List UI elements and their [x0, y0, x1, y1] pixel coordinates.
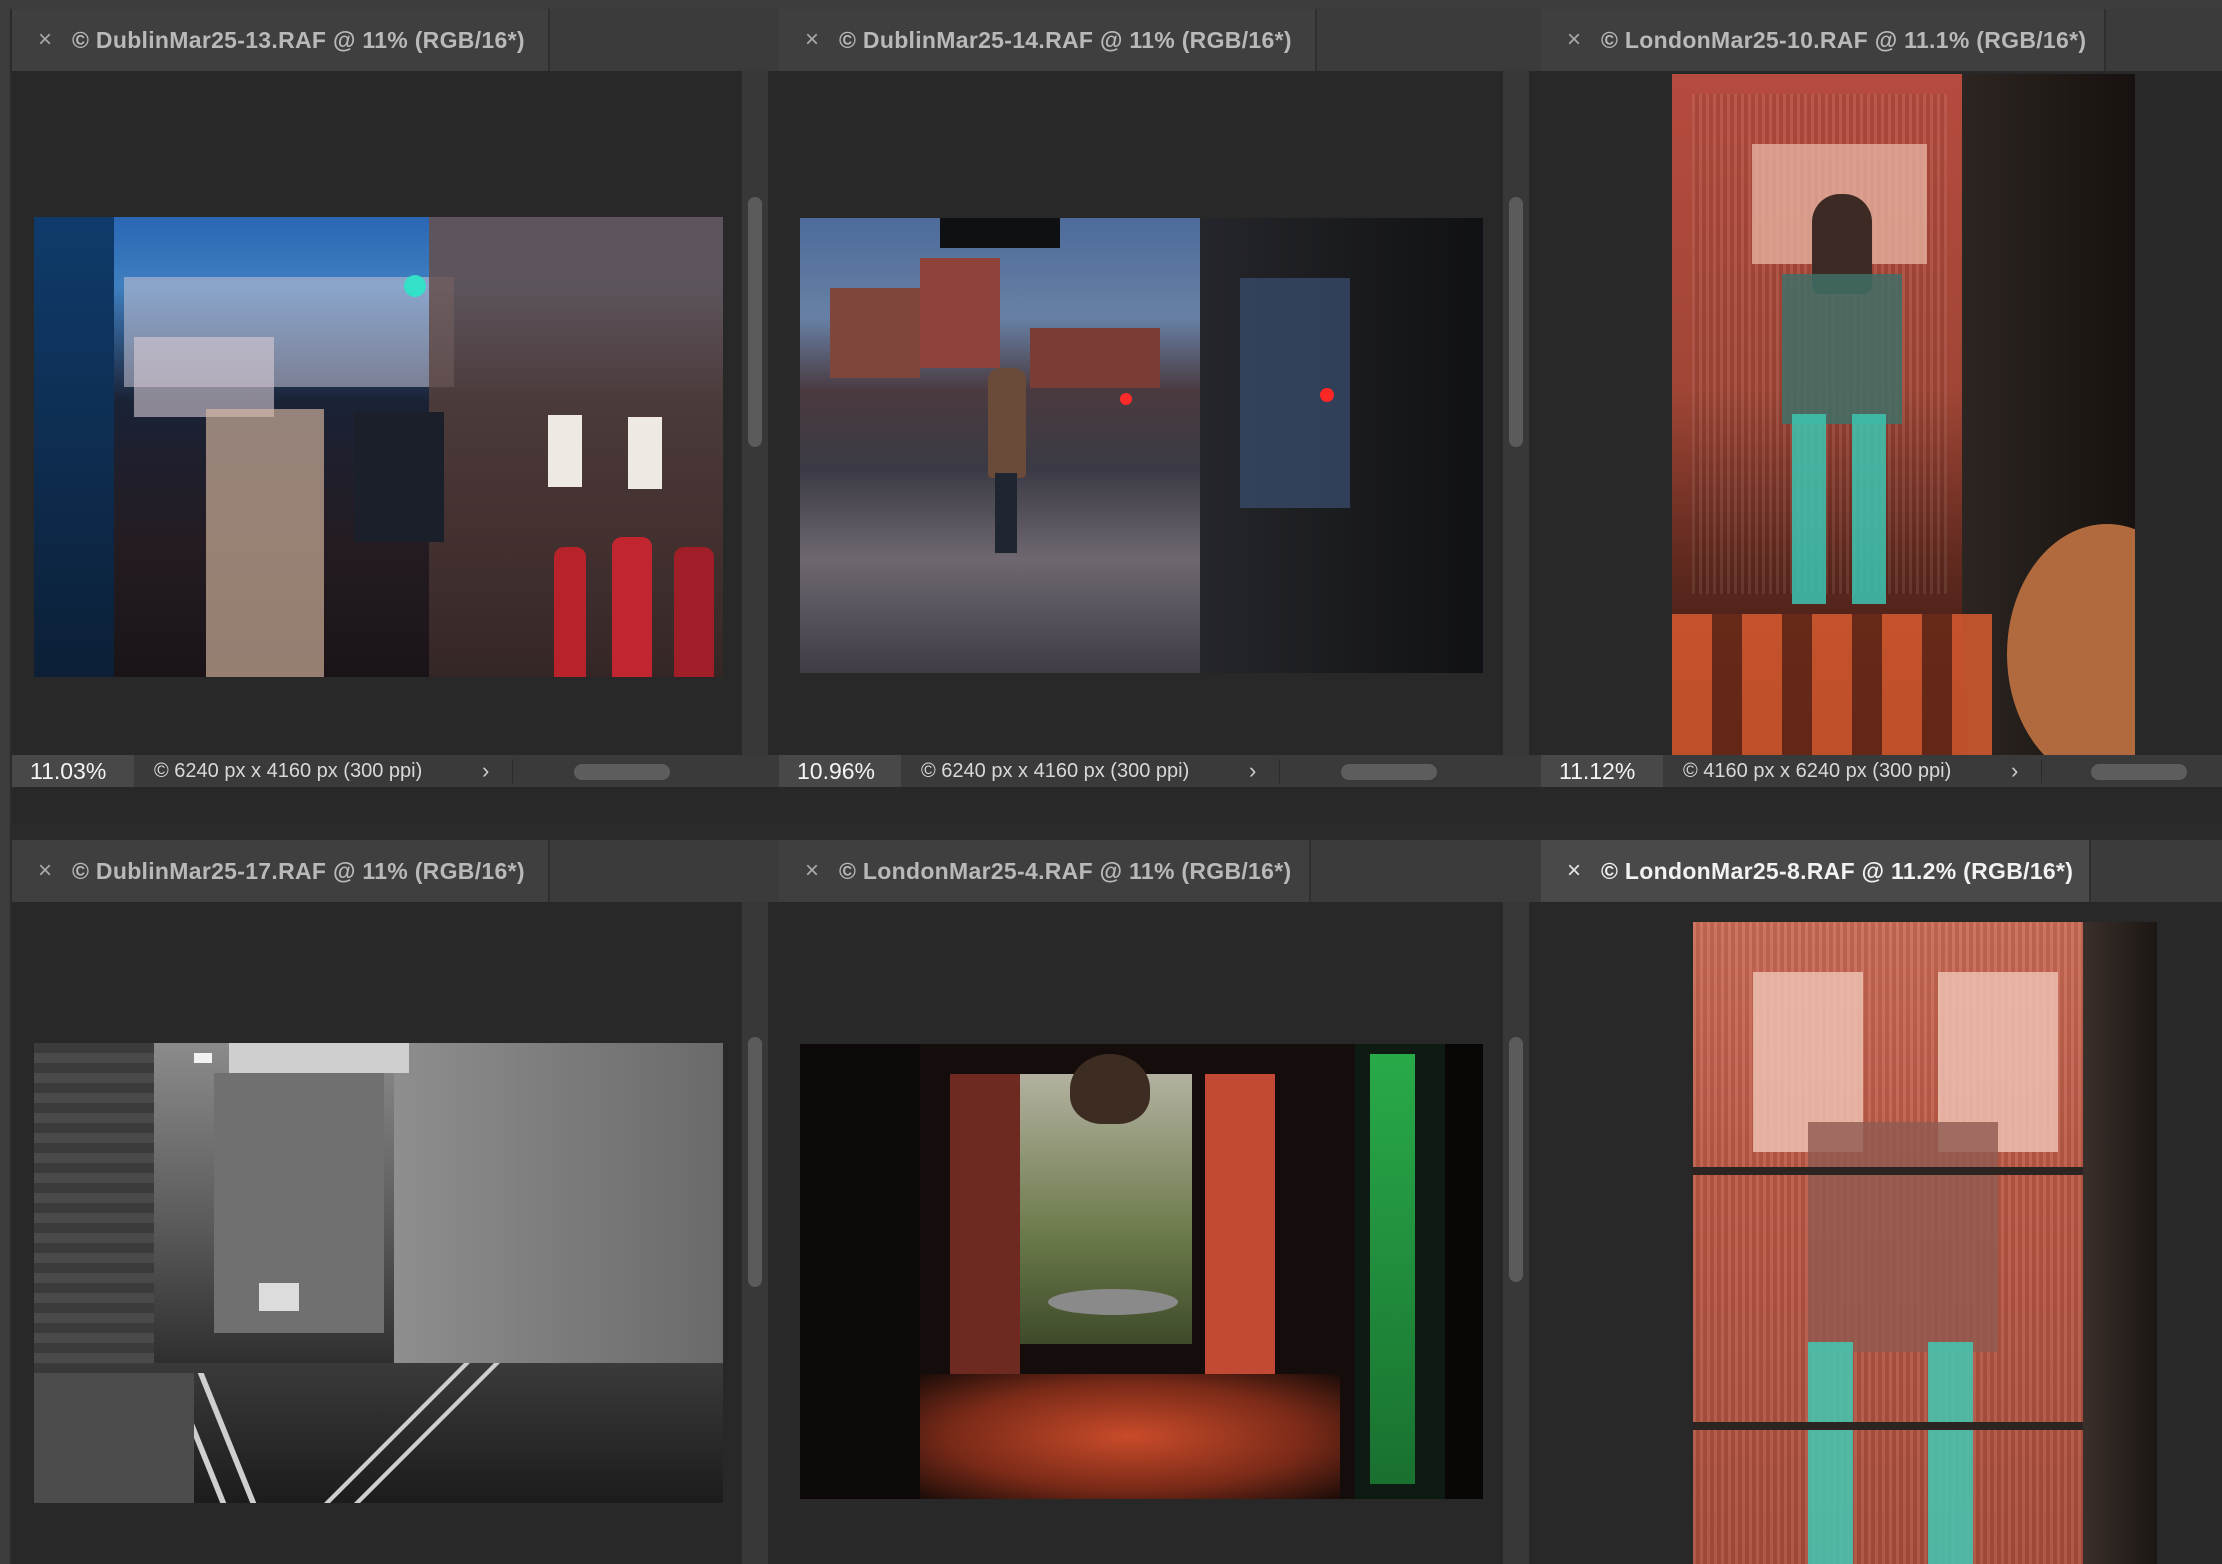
zoom-level[interactable]: 11.12% — [1541, 755, 1663, 787]
tab-title: © DublinMar25-13.RAF @ 11% (RGB/16*) — [72, 27, 525, 53]
vertical-scrollbar[interactable] — [1503, 902, 1529, 1564]
canvas[interactable] — [779, 902, 1503, 1564]
close-icon[interactable]: × — [1559, 24, 1589, 56]
close-icon[interactable]: × — [1559, 855, 1589, 887]
tab-title: © LondonMar25-10.RAF @ 11.1% (RGB/16*) — [1601, 27, 2087, 53]
tab-bar: × © LondonMar25-4.RAF @ 11% (RGB/16*) — [779, 840, 1541, 902]
divider — [2041, 759, 2042, 783]
document-window-london-4[interactable]: × © LondonMar25-4.RAF @ 11% (RGB/16*) — [779, 840, 1541, 1564]
document-info[interactable]: © 4160 px x 6240 px (300 ppi) — [1683, 755, 1951, 787]
canvas[interactable] — [779, 71, 1503, 755]
tab-london-4[interactable]: × © LondonMar25-4.RAF @ 11% (RGB/16*) — [779, 840, 1311, 902]
scroll-thumb[interactable] — [1509, 197, 1523, 447]
close-icon[interactable]: × — [797, 24, 827, 56]
scroll-thumb[interactable] — [748, 197, 762, 447]
tab-bar: × © DublinMar25-17.RAF @ 11% (RGB/16*) — [12, 840, 780, 902]
tab-dublin-14[interactable]: × © DublinMar25-14.RAF @ 11% (RGB/16*) — [779, 9, 1317, 71]
status-bar: 11.03% © 6240 px x 4160 px (300 ppi) › — [12, 755, 780, 787]
horizontal-scroll-thumb[interactable] — [1341, 764, 1437, 780]
divider — [1279, 759, 1280, 783]
document-window-london-8[interactable]: × © LondonMar25-8.RAF @ 11.2% (RGB/16*) — [1541, 840, 2222, 1564]
tab-dublin-17[interactable]: × © DublinMar25-17.RAF @ 11% (RGB/16*) — [12, 840, 550, 902]
tab-bar: × © DublinMar25-13.RAF @ 11% (RGB/16*) — [12, 9, 780, 71]
document-window-dublin-13[interactable]: × © DublinMar25-13.RAF @ 11% (RGB/16*) 1… — [12, 9, 780, 824]
close-icon[interactable]: × — [30, 24, 60, 56]
document-info[interactable]: © 6240 px x 4160 px (300 ppi) — [921, 755, 1189, 787]
chevron-right-icon[interactable]: › — [1249, 755, 1256, 787]
photo-dublin-14 — [800, 218, 1483, 673]
canvas[interactable] — [1541, 902, 2222, 1564]
tab-london-10[interactable]: × © LondonMar25-10.RAF @ 11.1% (RGB/16*) — [1541, 9, 2106, 71]
canvas[interactable] — [1541, 71, 2222, 768]
tab-bar: × © DublinMar25-14.RAF @ 11% (RGB/16*) — [779, 9, 1541, 71]
document-window-london-10[interactable]: × © LondonMar25-10.RAF @ 11.1% (RGB/16*)… — [1541, 9, 2222, 824]
divider — [512, 759, 513, 783]
photo-dublin-17 — [34, 1043, 723, 1503]
tab-bar: × © LondonMar25-10.RAF @ 11.1% (RGB/16*) — [1541, 9, 2222, 71]
tab-dublin-13[interactable]: × © DublinMar25-13.RAF @ 11% (RGB/16*) — [12, 9, 550, 71]
photo-dublin-13 — [34, 217, 723, 677]
horizontal-scroll-thumb[interactable] — [574, 764, 670, 780]
horizontal-scroll-thumb[interactable] — [2091, 764, 2187, 780]
status-bar: 11.12% © 4160 px x 6240 px (300 ppi) › — [1541, 755, 2222, 787]
canvas[interactable] — [12, 71, 742, 755]
document-window-dublin-17[interactable]: × © DublinMar25-17.RAF @ 11% (RGB/16*) — [12, 840, 780, 1564]
photo-london-8 — [1693, 922, 2157, 1564]
tab-london-8[interactable]: × © LondonMar25-8.RAF @ 11.2% (RGB/16*) — [1541, 840, 2091, 902]
close-icon[interactable]: × — [797, 855, 827, 887]
zoom-level[interactable]: 11.03% — [12, 755, 134, 787]
tab-title: © LondonMar25-4.RAF @ 11% (RGB/16*) — [839, 858, 1292, 884]
zoom-level[interactable]: 10.96% — [779, 755, 901, 787]
top-edge — [0, 0, 2222, 9]
document-info[interactable]: © 6240 px x 4160 px (300 ppi) — [154, 755, 422, 787]
tab-bar: × © LondonMar25-8.RAF @ 11.2% (RGB/16*) — [1541, 840, 2222, 902]
close-icon[interactable]: × — [30, 855, 60, 887]
photo-london-4 — [800, 1044, 1483, 1499]
photo-london-10 — [1672, 74, 2135, 768]
chevron-right-icon[interactable]: › — [482, 755, 489, 787]
scroll-thumb[interactable] — [748, 1037, 762, 1287]
chevron-right-icon[interactable]: › — [2011, 755, 2018, 787]
tab-title: © LondonMar25-8.RAF @ 11.2% (RGB/16*) — [1601, 858, 2074, 884]
status-bar: 10.96% © 6240 px x 4160 px (300 ppi) › — [779, 755, 1541, 787]
canvas[interactable] — [12, 902, 742, 1564]
tab-title: © DublinMar25-17.RAF @ 11% (RGB/16*) — [72, 858, 525, 884]
vertical-scrollbar[interactable] — [1503, 71, 1529, 755]
left-edge — [0, 9, 10, 1564]
tab-title: © DublinMar25-14.RAF @ 11% (RGB/16*) — [839, 27, 1292, 53]
vertical-scrollbar[interactable] — [742, 902, 768, 1564]
vertical-scrollbar[interactable] — [742, 71, 768, 755]
scroll-thumb[interactable] — [1509, 1037, 1523, 1282]
document-window-dublin-14[interactable]: × © DublinMar25-14.RAF @ 11% (RGB/16*) 1… — [779, 9, 1541, 824]
